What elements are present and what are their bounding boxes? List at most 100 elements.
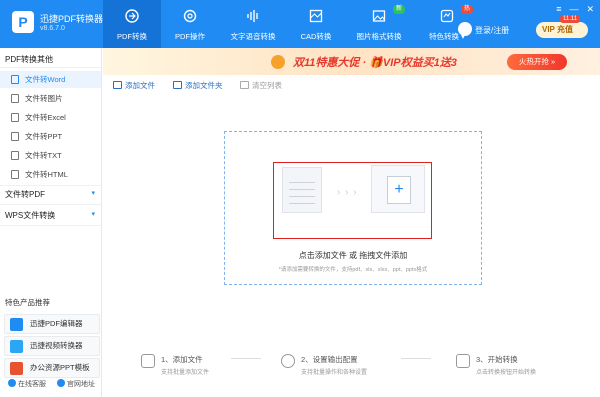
- recommend-ppt-template[interactable]: 办公资源PPT模板: [4, 358, 100, 378]
- app-name: 迅捷PDF转换器: [40, 14, 104, 24]
- chevron-down-icon[interactable]: ▾: [91, 210, 95, 218]
- divider: [0, 225, 101, 226]
- add-file-icon: [113, 81, 122, 89]
- sidebar-item-to-html[interactable]: 文件转HTML: [0, 166, 101, 183]
- chevron-down-icon[interactable]: ▾: [91, 189, 95, 197]
- sidebar-item-label: 文件转Excel: [25, 113, 66, 122]
- add-file-step-icon: [141, 354, 155, 368]
- app-logo-icon: P: [12, 11, 34, 33]
- html-file-icon: [11, 170, 19, 179]
- convert-step-icon: [456, 354, 470, 368]
- online-support-link[interactable]: 在线客服: [8, 379, 46, 389]
- sidebar-item-to-image[interactable]: 文件转图片: [0, 90, 101, 107]
- toolbar: 添加文件 添加文件夹 清空列表: [103, 76, 600, 96]
- nav-label: PDF操作: [175, 32, 205, 41]
- sidebar-item-label: 文件转图片: [25, 94, 63, 103]
- gift-icon: [271, 55, 285, 69]
- close-icon[interactable]: ✕: [586, 4, 594, 15]
- app-version: v8.6.7.0: [40, 25, 65, 32]
- sidebar-group-to-pdf[interactable]: 文件转PDF: [5, 189, 45, 200]
- gear-icon: [183, 9, 197, 23]
- txt-file-icon: [11, 151, 19, 160]
- recommend-video-converter[interactable]: 迅捷视频转换器: [4, 336, 100, 356]
- main-nav: PDF转换 PDF操作 文字语音转换 CAD转换 图片格式转换 新 特色转换 ▾…: [103, 0, 481, 48]
- nav-image-convert[interactable]: 图片格式转换 新: [345, 0, 413, 48]
- nav-label: PDF转换: [117, 32, 147, 41]
- trash-icon: [240, 81, 249, 89]
- nav-label: CAD转换: [300, 32, 332, 41]
- clear-list-button[interactable]: 清空列表: [240, 80, 282, 91]
- vip-date-tag: 11.11: [560, 15, 581, 23]
- cad-icon: [309, 9, 323, 23]
- promo-banner[interactable]: 双11特惠大促 · 🎁VIP权益买1送3 火热开抢 »: [103, 48, 600, 75]
- ppt-file-icon: [11, 132, 19, 141]
- sidebar-item-label: 文件转HTML: [25, 170, 68, 179]
- globe-icon: [57, 379, 65, 387]
- menu-icon[interactable]: ≡: [556, 4, 561, 15]
- recommend-label: 迅捷PDF编辑器: [30, 319, 83, 328]
- step-desc: 支持批量操作和各种设置: [301, 370, 368, 376]
- nav-pdf-operate[interactable]: PDF操作: [161, 0, 219, 48]
- minimize-icon[interactable]: —: [569, 4, 578, 15]
- add-file-button[interactable]: 添加文件: [113, 80, 155, 91]
- file-drop-zone[interactable]: › › › + 点击添加文件 或 拖拽文件添加 *请添加需要转换的文件，支持pd…: [224, 131, 482, 285]
- video-converter-icon: [10, 340, 23, 353]
- hot-badge: 热: [460, 5, 473, 14]
- banner-text: 双11特惠大促 · 🎁VIP权益买1送3: [293, 57, 457, 69]
- sidebar-item-label: 文件转PPT: [25, 132, 63, 141]
- image-file-icon: [11, 94, 19, 103]
- step-title: 3、开始转换: [476, 355, 518, 364]
- highlight-frame: [273, 162, 432, 239]
- sidebar-item-to-excel[interactable]: 文件转Excel: [0, 109, 101, 126]
- recommend-title: 特色产品推荐: [5, 298, 50, 307]
- special-convert-icon: [440, 9, 454, 23]
- new-badge: 新: [392, 5, 405, 14]
- nav-pdf-convert[interactable]: PDF转换: [103, 0, 161, 48]
- vip-recharge-button[interactable]: VIP 充值: [536, 22, 588, 38]
- drop-zone-title: 点击添加文件 或 拖拽文件添加: [298, 251, 408, 260]
- divider: [0, 204, 101, 205]
- divider: [0, 185, 101, 186]
- convert-icon: [125, 9, 139, 23]
- word-file-icon: [11, 75, 19, 84]
- step-desc: 支持批量添加文件: [161, 370, 210, 376]
- sidebar: PDF转换其他 文件转Word 文件转图片 文件转Excel 文件转PPT 文件…: [0, 48, 102, 397]
- sidebar-item-to-ppt[interactable]: 文件转PPT: [0, 128, 101, 145]
- step-title: 2、设置输出配置: [301, 355, 358, 364]
- recommend-label: 迅捷视频转换器: [30, 341, 83, 350]
- sidebar-item-label: 文件转Word: [25, 75, 66, 84]
- pdf-editor-icon: [10, 318, 23, 331]
- ppt-template-icon: [10, 362, 23, 375]
- sidebar-item-to-word[interactable]: 文件转Word: [0, 71, 101, 88]
- sidebar-item-to-txt[interactable]: 文件转TXT: [0, 147, 101, 164]
- drop-zone-hint: *请添加需要转换的文件，支持pdf、xls、xlsx、ppt、pptx格式: [278, 267, 428, 273]
- recommend-pdf-editor[interactable]: 迅捷PDF编辑器: [4, 314, 100, 334]
- login-link[interactable]: 登录/注册: [475, 25, 509, 36]
- sidebar-group-pdf-other[interactable]: PDF转换其他: [5, 54, 53, 65]
- official-site-link[interactable]: 官网地址: [57, 379, 95, 389]
- headset-icon: [8, 379, 16, 387]
- audio-wave-icon: [247, 10, 258, 22]
- nav-cad-convert[interactable]: CAD转换: [287, 0, 345, 48]
- nav-label: 图片格式转换: [356, 32, 402, 41]
- window-controls: ≡ — ✕: [556, 4, 594, 15]
- step-desc: 点击转换按钮开始转换: [476, 370, 537, 376]
- banner-grab-button[interactable]: 火热开抢 »: [507, 54, 567, 70]
- gear-icon: [281, 354, 295, 368]
- nav-text-speech[interactable]: 文字语音转换: [219, 0, 287, 48]
- step-divider: [231, 358, 261, 359]
- add-folder-icon: [173, 81, 182, 89]
- sidebar-group-wps[interactable]: WPS文件转换: [5, 210, 55, 221]
- excel-file-icon: [11, 113, 19, 122]
- divider: [0, 67, 101, 68]
- add-folder-button[interactable]: 添加文件夹: [173, 80, 223, 91]
- sidebar-item-label: 文件转TXT: [25, 151, 62, 160]
- top-bar: P 迅捷PDF转换器 v8.6.7.0 PDF转换 PDF操作 文字语音转换 C…: [0, 0, 600, 48]
- nav-label: 文字语音转换: [230, 32, 276, 41]
- step-title: 1、添加文件: [161, 355, 203, 364]
- nav-special-convert[interactable]: 特色转换 ▾ 热: [413, 0, 481, 48]
- steps-guide: 1、添加文件 支持批量添加文件 2、设置输出配置 支持批量操作和各种设置 3、开…: [103, 352, 600, 382]
- image-icon: [372, 10, 386, 22]
- step-divider: [401, 358, 431, 359]
- user-avatar-icon[interactable]: [458, 22, 472, 36]
